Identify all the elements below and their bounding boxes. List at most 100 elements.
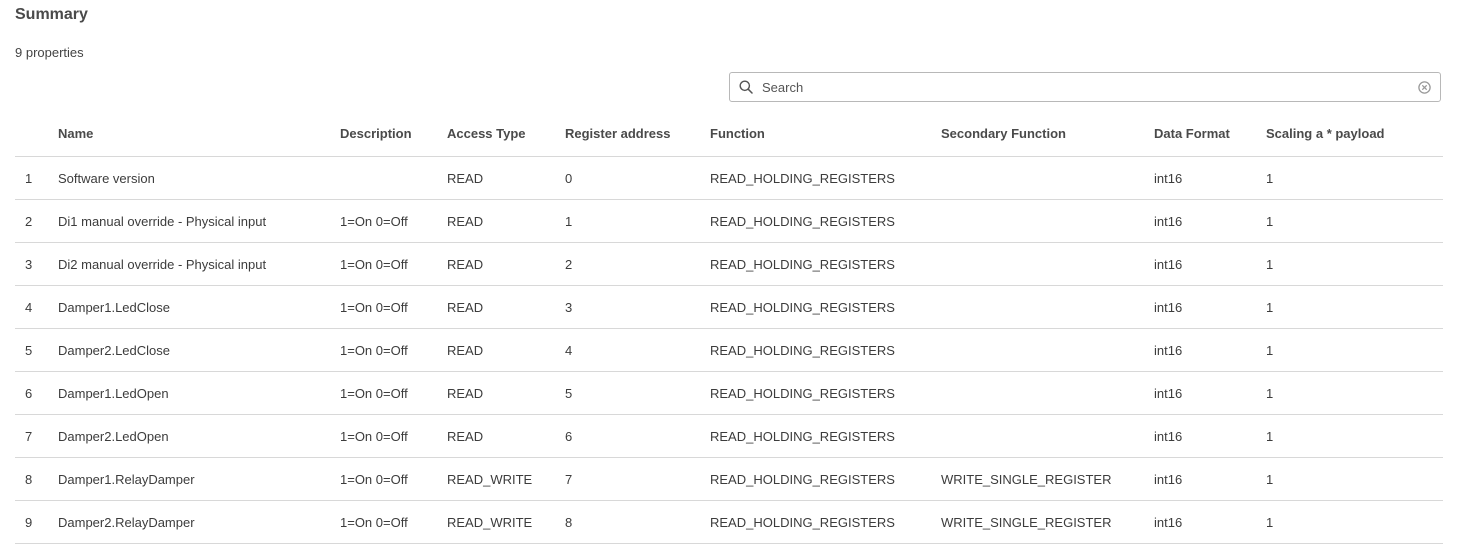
row-scaling: 1 bbox=[1266, 242, 1443, 286]
row-index: 9 bbox=[15, 500, 58, 544]
page-title: Summary bbox=[15, 6, 88, 23]
table-row[interactable]: 4 Damper1.LedClose 1=On 0=Off READ 3 READ_HOL… bbox=[15, 285, 1443, 329]
row-data-format: int16 bbox=[1154, 371, 1266, 415]
row-secondary-function bbox=[941, 242, 1154, 286]
row-scaling: 1 bbox=[1266, 328, 1443, 372]
row-access-type: READ bbox=[447, 285, 565, 329]
row-function: READ_HOLDING_REGISTERS bbox=[710, 328, 941, 372]
row-description: 1=On 0=Off bbox=[340, 457, 447, 501]
row-scaling: 1 bbox=[1266, 414, 1443, 458]
row-data-format: int16 bbox=[1154, 156, 1266, 200]
summary-page: Summary 9 properties Name Description Ac… bbox=[0, 0, 1458, 544]
row-description: 1=On 0=Off bbox=[340, 199, 447, 243]
table-row[interactable]: 2 Di1 manual override - Physical input 1=O… bbox=[15, 199, 1443, 243]
row-function: READ_HOLDING_REGISTERS bbox=[710, 500, 941, 544]
row-data-format: int16 bbox=[1154, 414, 1266, 458]
property-count: 9 properties bbox=[15, 45, 84, 60]
row-index: 2 bbox=[15, 199, 58, 243]
table-row[interactable]: 5 Damper2.LedClose 1=On 0=Off READ 4 READ_HOL… bbox=[15, 328, 1443, 372]
column-header-register-address[interactable]: Register address bbox=[565, 110, 710, 157]
column-header-access-type[interactable]: Access Type bbox=[447, 110, 565, 157]
row-register-address: 1 bbox=[565, 199, 710, 243]
column-header-description[interactable]: Description bbox=[340, 110, 447, 157]
table-row[interactable]: 7 Damper2.LedOpen 1=On 0=Off READ 6 READ_HOLD… bbox=[15, 414, 1443, 458]
row-function: READ_HOLDING_REGISTERS bbox=[710, 457, 941, 501]
row-secondary-function: WRITE_SINGLE_REGISTER bbox=[941, 457, 1154, 501]
row-name: Damper1.LedOpen bbox=[58, 371, 340, 415]
row-description: 1=On 0=Off bbox=[340, 371, 447, 415]
row-access-type: READ bbox=[447, 156, 565, 200]
row-function: READ_HOLDING_REGISTERS bbox=[710, 285, 941, 329]
row-name: Damper2.RelayDamper bbox=[58, 500, 340, 544]
row-index: 4 bbox=[15, 285, 58, 329]
row-register-address: 0 bbox=[565, 156, 710, 200]
row-name: Di2 manual override - Physical input bbox=[58, 242, 340, 286]
row-data-format: int16 bbox=[1154, 457, 1266, 501]
row-scaling: 1 bbox=[1266, 199, 1443, 243]
row-name: Damper1.LedClose bbox=[58, 285, 340, 329]
row-scaling: 1 bbox=[1266, 371, 1443, 415]
row-function: READ_HOLDING_REGISTERS bbox=[710, 371, 941, 415]
row-function: READ_HOLDING_REGISTERS bbox=[710, 199, 941, 243]
row-access-type: READ bbox=[447, 242, 565, 286]
column-header-function[interactable]: Function bbox=[710, 110, 941, 157]
search-icon bbox=[738, 79, 754, 95]
row-description: 1=On 0=Off bbox=[340, 328, 447, 372]
column-header-scaling[interactable]: Scaling a * payload bbox=[1266, 110, 1443, 157]
row-register-address: 3 bbox=[565, 285, 710, 329]
row-register-address: 4 bbox=[565, 328, 710, 372]
row-index: 5 bbox=[15, 328, 58, 372]
row-scaling: 1 bbox=[1266, 500, 1443, 544]
row-name: Software version bbox=[58, 156, 340, 200]
table-body: 1 Software version READ 0 READ_HOLDING_REGIS… bbox=[15, 156, 1443, 544]
row-data-format: int16 bbox=[1154, 285, 1266, 329]
row-index: 1 bbox=[15, 156, 58, 200]
table-row[interactable]: 3 Di2 manual override - Physical input 1=O… bbox=[15, 242, 1443, 286]
search-box[interactable] bbox=[729, 72, 1441, 102]
row-index: 3 bbox=[15, 242, 58, 286]
row-index: 6 bbox=[15, 371, 58, 415]
row-index: 7 bbox=[15, 414, 58, 458]
row-access-type: READ_WRITE bbox=[447, 500, 565, 544]
column-header-index bbox=[15, 110, 58, 157]
row-description: 1=On 0=Off bbox=[340, 500, 447, 544]
row-access-type: READ bbox=[447, 371, 565, 415]
row-data-format: int16 bbox=[1154, 242, 1266, 286]
row-scaling: 1 bbox=[1266, 457, 1443, 501]
column-header-data-format[interactable]: Data Format bbox=[1154, 110, 1266, 157]
row-access-type: READ bbox=[447, 414, 565, 458]
row-data-format: int16 bbox=[1154, 328, 1266, 372]
properties-table: Name Description Access Type Register ad… bbox=[15, 110, 1443, 544]
row-name: Di1 manual override - Physical input bbox=[58, 199, 340, 243]
row-scaling: 1 bbox=[1266, 156, 1443, 200]
table-row[interactable]: 1 Software version READ 0 READ_HOLDING_REGIS… bbox=[15, 156, 1443, 200]
column-header-secondary-function[interactable]: Secondary Function bbox=[941, 110, 1154, 157]
row-description: 1=On 0=Off bbox=[340, 414, 447, 458]
row-secondary-function: WRITE_SINGLE_REGISTER bbox=[941, 500, 1154, 544]
table-row[interactable]: 6 Damper1.LedOpen 1=On 0=Off READ 5 READ_HOLD… bbox=[15, 371, 1443, 415]
table-row[interactable]: 8 Damper1.RelayDamper 1=On 0=Off READ_WRITE… bbox=[15, 457, 1443, 501]
row-secondary-function bbox=[941, 371, 1154, 415]
row-function: READ_HOLDING_REGISTERS bbox=[710, 156, 941, 200]
row-secondary-function bbox=[941, 285, 1154, 329]
row-secondary-function bbox=[941, 156, 1154, 200]
row-register-address: 8 bbox=[565, 500, 710, 544]
row-register-address: 2 bbox=[565, 242, 710, 286]
row-data-format: int16 bbox=[1154, 199, 1266, 243]
row-function: READ_HOLDING_REGISTERS bbox=[710, 414, 941, 458]
row-name: Damper2.LedClose bbox=[58, 328, 340, 372]
row-name: Damper2.LedOpen bbox=[58, 414, 340, 458]
row-scaling: 1 bbox=[1266, 285, 1443, 329]
clear-icon[interactable] bbox=[1417, 80, 1431, 94]
row-name: Damper1.RelayDamper bbox=[58, 457, 340, 501]
row-secondary-function bbox=[941, 199, 1154, 243]
table-row[interactable]: 9 Damper2.RelayDamper 1=On 0=Off READ_WRITE… bbox=[15, 500, 1443, 544]
column-header-name[interactable]: Name bbox=[58, 110, 340, 157]
row-description: 1=On 0=Off bbox=[340, 285, 447, 329]
row-index: 8 bbox=[15, 457, 58, 501]
row-secondary-function bbox=[941, 414, 1154, 458]
row-register-address: 5 bbox=[565, 371, 710, 415]
row-description bbox=[340, 156, 447, 200]
table-header-row: Name Description Access Type Register ad… bbox=[15, 110, 1443, 157]
search-input[interactable] bbox=[762, 79, 1417, 95]
